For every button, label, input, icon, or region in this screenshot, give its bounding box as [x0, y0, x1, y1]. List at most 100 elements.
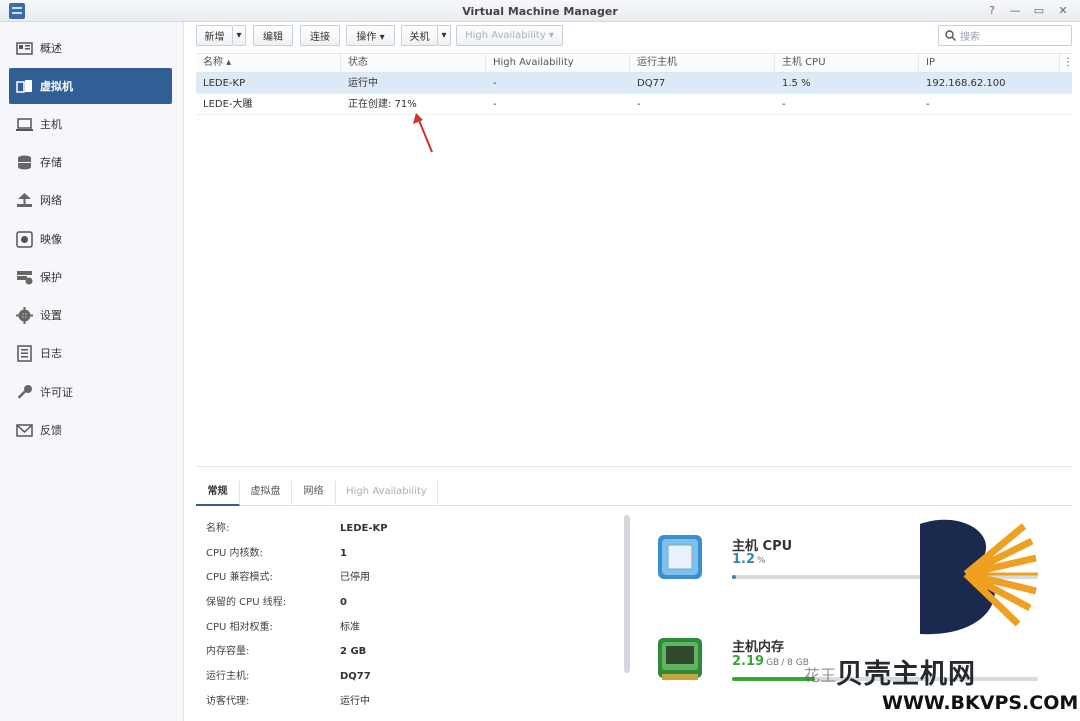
details-scrollbar[interactable]: [624, 515, 630, 673]
high-availability-button[interactable]: High Availability ▾: [456, 25, 563, 46]
column-header-ip[interactable]: IP: [919, 54, 1060, 73]
watermark-url-text: WWW.BKVPS.COM: [882, 692, 1079, 714]
search-icon: [945, 30, 956, 41]
sidebar-item-protection[interactable]: 保护: [9, 259, 172, 295]
sidebar-item-storage[interactable]: 存储: [9, 144, 172, 180]
vm-name: LEDE-大雕: [203, 99, 253, 110]
annotation-arrow: [413, 113, 433, 153]
overview-icon: [16, 40, 33, 57]
column-header-ha[interactable]: High Availability: [486, 54, 630, 73]
shutdown-button[interactable]: 关机: [401, 25, 438, 46]
sidebar-item-settings[interactable]: 设置: [9, 297, 172, 333]
detail-row: 名称: LEDE-KP: [196, 520, 624, 538]
vm-status: 正在创建: 71%: [348, 99, 417, 110]
vm-ha: -: [493, 78, 497, 89]
sidebar-item-label: 主机: [40, 118, 62, 131]
vm-ip: -: [926, 99, 930, 110]
detail-value: 1: [340, 548, 347, 559]
sidebar-item-vm[interactable]: 虚拟机: [9, 68, 172, 104]
panel-splitter[interactable]: [196, 466, 1072, 474]
shutdown-dropdown-button[interactable]: ▾: [438, 25, 451, 46]
tab-virtual-disk[interactable]: 虚拟盘: [240, 481, 292, 506]
sidebar-item-label: 存储: [40, 156, 62, 169]
column-header-status[interactable]: 状态: [341, 54, 486, 73]
mail-icon: [16, 422, 33, 439]
tab-high-availability[interactable]: High Availability: [336, 481, 438, 506]
sidebar-item-label: 反馈: [40, 424, 62, 437]
network-icon: [16, 192, 33, 209]
sidebar: 概述 虚拟机 主机 存储 网络 映像 保护 设置 日志 许可证 反馈: [0, 22, 184, 721]
connect-button[interactable]: 连接: [300, 25, 340, 46]
sidebar-item-host[interactable]: 主机: [9, 106, 172, 142]
vm-host: DQ77: [637, 78, 666, 89]
vm-icon: [16, 78, 33, 95]
table-header: 名称 ▴ 状态 High Availability 运行主机 主机 CPU IP…: [196, 53, 1073, 73]
detail-value: DQ77: [340, 671, 371, 682]
storage-icon: [16, 154, 33, 171]
tab-network[interactable]: 网络: [292, 481, 336, 506]
column-header-host[interactable]: 运行主机: [630, 54, 775, 73]
sidebar-item-license[interactable]: 许可证: [9, 374, 172, 410]
detail-label: 名称:: [206, 523, 230, 534]
detail-label: 运行主机:: [206, 671, 250, 682]
sidebar-item-image[interactable]: 映像: [9, 221, 172, 257]
sidebar-item-log[interactable]: 日志: [9, 335, 172, 371]
new-button[interactable]: 新增: [196, 25, 233, 46]
host-memory-title: 主机内存: [732, 640, 785, 655]
sidebar-item-label: 网络: [40, 194, 62, 207]
new-dropdown-button[interactable]: ▾: [233, 25, 246, 46]
title-bar: Virtual Machine Manager ? — ▭ ✕: [0, 0, 1080, 22]
gear-icon: [16, 306, 33, 324]
cpu-usage-number: 1.2: [732, 552, 756, 567]
sidebar-item-label: 日志: [40, 347, 62, 360]
sidebar-item-overview[interactable]: 概述: [9, 30, 172, 66]
detail-row: CPU 兼容模式: 已停用: [196, 569, 624, 587]
detail-row: 保留的 CPU 线程: 0: [196, 594, 624, 612]
detail-value: 标准: [340, 622, 360, 633]
watermark-brand-text: 贝壳主机网: [836, 659, 976, 690]
maximize-icon[interactable]: ▭: [1031, 3, 1047, 19]
host-icon: [16, 116, 33, 133]
small-watermark-text: 花王: [804, 666, 837, 685]
detail-value: 已停用: [340, 572, 370, 583]
help-icon[interactable]: ?: [984, 3, 1000, 19]
vm-cpu: -: [782, 99, 786, 110]
chevron-down-icon: ▾: [441, 30, 447, 41]
close-icon[interactable]: ✕: [1055, 3, 1071, 19]
minimize-icon[interactable]: —: [1007, 3, 1023, 19]
sidebar-item-label: 虚拟机: [40, 80, 73, 93]
sidebar-item-label: 许可证: [40, 386, 73, 399]
detail-row: CPU 相对权重: 标准: [196, 619, 624, 637]
action-button[interactable]: 操作 ▾: [346, 25, 395, 46]
edit-button[interactable]: 编辑: [253, 25, 293, 46]
memory-usage-fill: [732, 677, 815, 681]
protection-icon: [16, 269, 33, 286]
column-header-name[interactable]: 名称 ▴: [196, 54, 341, 73]
table-row[interactable]: LEDE-大雕 正在创建: 71% - - - -: [196, 94, 1072, 115]
memory-used-unit: GB: [766, 658, 780, 668]
table-row[interactable]: LEDE-KP 运行中 - DQ77 1.5 % 192.168.62.100: [196, 73, 1072, 94]
detail-row: CPU 内核数: 1: [196, 545, 624, 563]
vm-table: 名称 ▴ 状态 High Availability 运行主机 主机 CPU IP…: [196, 53, 1073, 115]
detail-row: 运行主机: DQ77: [196, 668, 624, 686]
cpu-usage-fill: [732, 575, 736, 579]
search-input[interactable]: 搜索: [938, 25, 1072, 46]
detail-value: LEDE-KP: [340, 523, 388, 534]
sidebar-item-network[interactable]: 网络: [9, 182, 172, 218]
window-title: Virtual Machine Manager: [462, 5, 618, 18]
detail-label: CPU 内核数:: [206, 548, 263, 559]
host-cpu-value: 1.2%: [732, 552, 766, 567]
vm-ha: -: [493, 99, 497, 110]
tab-general[interactable]: 常规: [196, 481, 240, 506]
sidebar-item-feedback[interactable]: 反馈: [9, 412, 172, 448]
detail-value: 2 GB: [340, 646, 367, 657]
detail-row: 访客代理: 运行中: [196, 693, 624, 711]
sidebar-item-label: 设置: [40, 309, 62, 322]
detail-value: 运行中: [340, 696, 370, 707]
vm-name: LEDE-KP: [203, 78, 246, 89]
column-menu-icon[interactable]: ⋮: [1060, 54, 1073, 73]
column-header-cpu[interactable]: 主机 CPU: [775, 54, 919, 73]
detail-label: 访客代理:: [206, 696, 250, 707]
cpu-usage-unit: %: [757, 556, 766, 566]
detail-label: 保留的 CPU 线程:: [206, 597, 287, 608]
